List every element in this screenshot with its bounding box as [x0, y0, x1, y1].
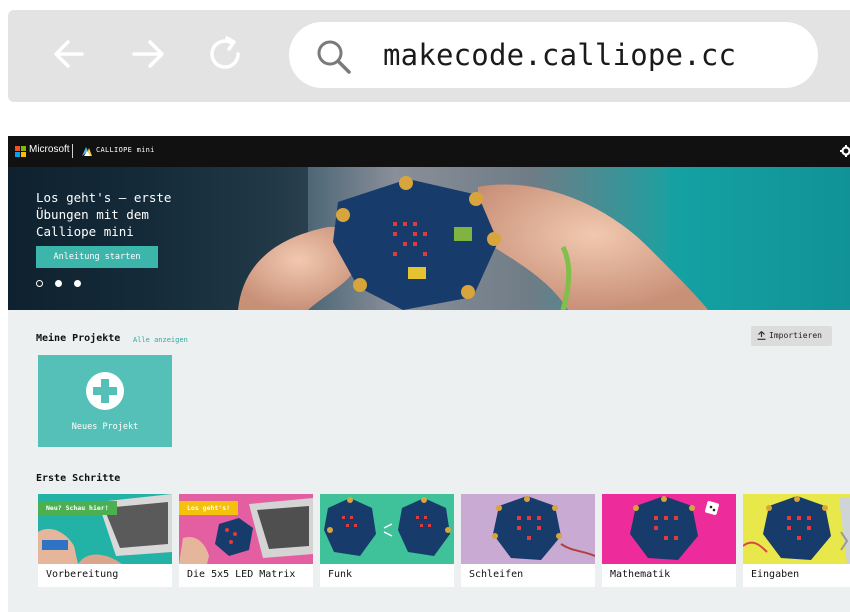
microsoft-brand[interactable]: Microsoft — [29, 144, 70, 155]
url-text[interactable]: makecode.calliope.cc — [383, 38, 736, 72]
tutorial-card-schleifen[interactable]: Schleifen — [461, 494, 595, 587]
getting-started-title: Erste Schritte — [36, 473, 121, 484]
card-label: Vorbereitung — [46, 569, 119, 580]
tutorial-card-eingaben[interactable]: Eingaben — [743, 494, 850, 587]
hero-title-line: Calliope mini — [36, 224, 134, 239]
microsoft-logo-icon[interactable] — [15, 146, 26, 157]
carousel-dot[interactable] — [55, 280, 62, 287]
card-thumbnail — [461, 494, 595, 564]
product-name[interactable]: CALLIOPE mini — [96, 146, 155, 154]
carousel-dot[interactable] — [74, 280, 81, 287]
brand-divider — [72, 144, 73, 158]
address-bar[interactable]: makecode.calliope.cc — [289, 22, 818, 88]
card-thumbnail — [602, 494, 736, 564]
new-here-ribbon: Neu? Schau hier! — [38, 501, 117, 515]
tutorial-card-led-matrix[interactable]: Los geht's! Die 5x5 LED Matrix — [179, 494, 313, 587]
new-project-card[interactable]: Neues Projekt — [38, 355, 172, 447]
hero-title-line: Los geht's – erste — [36, 190, 172, 205]
gear-icon[interactable] — [840, 145, 850, 157]
import-button[interactable]: Importieren — [751, 326, 832, 346]
chevron-right-icon[interactable] — [838, 528, 850, 554]
card-label: Schleifen — [469, 569, 524, 580]
top-bar: Microsoft CALLIOPE mini — [8, 136, 850, 167]
lets-go-ribbon: Los geht's! — [179, 501, 239, 515]
card-label: Eingaben — [751, 569, 800, 580]
upload-icon — [757, 331, 766, 340]
new-project-label: Neues Projekt — [71, 422, 139, 432]
import-label: Importieren — [769, 331, 822, 340]
card-thumbnail — [320, 494, 454, 564]
my-projects-title: Meine Projekte — [36, 333, 121, 344]
browser-toolbar: makecode.calliope.cc — [8, 10, 850, 102]
card-thumbnail — [743, 494, 850, 564]
card-label: Mathematik — [610, 569, 671, 580]
card-label: Funk — [328, 569, 353, 580]
search-icon — [317, 40, 351, 74]
tutorial-card-mathematik[interactable]: Mathematik — [602, 494, 736, 587]
hero-banner[interactable]: Los geht's – erste Übungen mit dem Calli… — [8, 167, 850, 310]
makecode-app: Microsoft CALLIOPE mini Los geht's – ers… — [8, 136, 850, 612]
calliope-logo-icon[interactable] — [81, 145, 93, 157]
tutorial-card-funk[interactable]: Funk — [320, 494, 454, 587]
hero-title: Los geht's – erste Übungen mit dem Calli… — [36, 189, 246, 240]
forward-arrow-icon[interactable] — [126, 32, 170, 76]
start-tutorial-button[interactable]: Anleitung starten — [36, 246, 158, 268]
carousel-dot-active[interactable] — [36, 280, 43, 287]
tutorial-card-vorbereitung[interactable]: Neu? Schau hier! Vorbereitung — [38, 494, 172, 587]
plus-icon — [86, 372, 124, 410]
show-all-link[interactable]: Alle anzeigen — [133, 336, 188, 344]
hero-title-line: Übungen mit dem — [36, 207, 149, 222]
reload-icon[interactable] — [203, 32, 247, 76]
back-arrow-icon[interactable] — [48, 32, 92, 76]
card-label: Die 5x5 LED Matrix — [187, 569, 296, 580]
